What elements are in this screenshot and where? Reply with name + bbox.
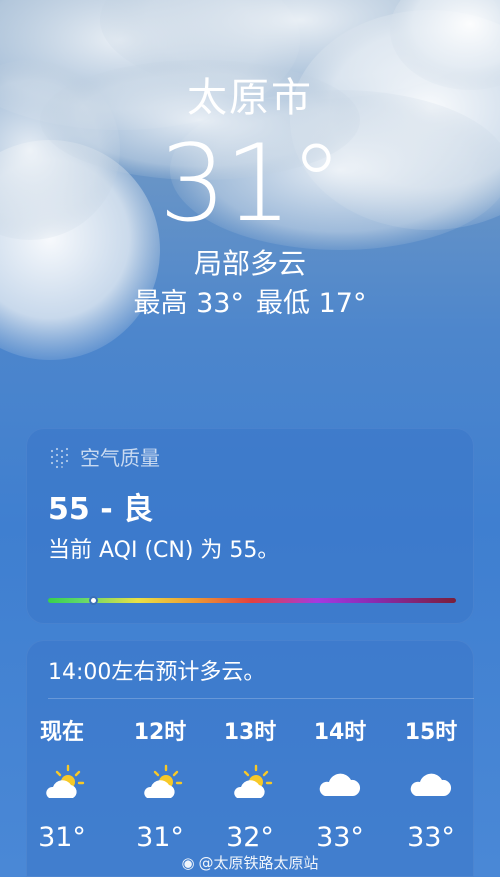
aqi-value: 55 - 良 [48, 492, 154, 527]
divider [48, 698, 474, 699]
city-name: 太原市 [187, 75, 313, 121]
hourly-item: 12时 31° [123, 714, 197, 853]
air-quality-title: 空气质量 [80, 446, 160, 470]
hour-temperature: 33° [407, 822, 455, 853]
hourly-item: 现在 31° [25, 714, 99, 853]
hourly-item: 13时 32° [213, 714, 287, 853]
air-quality-header: 空气质量 [48, 442, 160, 471]
current-temperature: 31° [159, 122, 343, 245]
cloud-icon [303, 756, 377, 812]
watermark-text: @太原铁路太原站 [198, 854, 319, 872]
hour-temperature: 31° [136, 822, 184, 853]
aqi-description: 当前 AQI (CN) 为 55。 [48, 538, 280, 563]
hour-label: 13时 [223, 720, 277, 745]
forecast-summary: 14:00左右预计多云。 [48, 660, 266, 685]
aqi-scale-indicator [88, 596, 98, 605]
partly-sunny-icon [25, 756, 99, 812]
weather-condition: 局部多云 [193, 247, 306, 280]
air-quality-icon [50, 447, 69, 468]
watermark: ◉ @太原铁路太原站 [0, 852, 500, 873]
hourly-item: 14时 33° [303, 714, 377, 853]
high-temperature: 最高 33° [133, 288, 244, 319]
hour-label: 12时 [133, 720, 187, 745]
weibo-icon: ◉ [181, 854, 195, 872]
hour-temperature: 32° [226, 822, 274, 853]
hourly-forecast-card[interactable]: 14:00左右预计多云。 现在 31° 12时 31° 13时 32° 14时 … [26, 640, 474, 877]
hour-label: 现在 [39, 720, 84, 745]
partly-sunny-icon [123, 756, 197, 812]
cloud-icon [394, 756, 468, 812]
air-quality-card[interactable]: 空气质量 55 - 良 当前 AQI (CN) 为 55。 [26, 428, 474, 624]
aqi-scale-bar [48, 596, 456, 605]
hourly-item: 15时 33° [394, 714, 468, 853]
hour-temperature: 31° [38, 822, 86, 853]
hour-label: 14时 [313, 720, 367, 745]
low-temperature: 最低 17° [256, 288, 367, 319]
hour-temperature: 33° [316, 822, 364, 853]
hour-label: 15时 [404, 720, 458, 745]
high-low-temperature: 最高 33° 最低 17° [0, 284, 500, 324]
partly-sunny-icon [213, 756, 287, 812]
location-header: 太原市 31° 局部多云 最高 33° 最低 17° [0, 70, 500, 324]
